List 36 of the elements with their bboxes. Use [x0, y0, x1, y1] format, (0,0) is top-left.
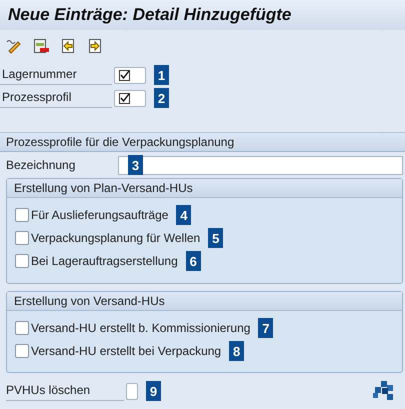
field-label: Lagernummer — [0, 65, 112, 85]
number-marker: 7 — [258, 318, 274, 338]
checkbox-label: Verpackungsplanung für Wellen — [31, 231, 200, 245]
checkbox-label: Versand-HU erstellt b. Kommissionierung — [31, 321, 250, 335]
pencil-icon[interactable] — [6, 38, 22, 54]
checkbox-label: Für Auslieferungsaufträge — [31, 208, 168, 222]
section-header: Prozessprofile für die Verpackungsplanung — [0, 132, 405, 152]
number-marker: 9 — [146, 381, 161, 401]
number-marker: 4 — [176, 205, 192, 225]
number-marker: 3 — [128, 155, 143, 175]
field-label: Prozessprofil — [0, 88, 112, 108]
checkbox-field[interactable] — [126, 382, 138, 400]
number-marker: 8 — [229, 341, 244, 361]
window-title: Neue Einträge: Detail Hinzugefügte — [0, 0, 405, 30]
checkbox-label: Versand-HU erstellt bei Verpackung — [31, 344, 222, 358]
name-input-field[interactable] — [118, 156, 403, 174]
cubes-logo-icon — [373, 381, 395, 401]
field-label: Bezeichnung — [6, 158, 76, 172]
number-marker: 2 — [154, 88, 169, 108]
checkbox-label: Bei Lagerauftragserstellung — [31, 254, 178, 268]
number-marker: 1 — [154, 65, 169, 85]
group-title: Erstellung von Plan-Versand-HUs — [7, 179, 402, 198]
number-marker: 5 — [208, 228, 224, 248]
checkbox[interactable] — [15, 231, 29, 245]
number-marker: 6 — [186, 251, 201, 271]
field-label: PVHUs löschen — [6, 381, 124, 401]
checkbox[interactable] — [119, 92, 130, 104]
group-title: Erstellung von Versand-HUs — [7, 292, 402, 311]
checkbox[interactable] — [15, 208, 29, 222]
checkbox[interactable] — [15, 344, 29, 358]
next-entry-icon[interactable] — [87, 38, 103, 54]
checkbox[interactable] — [119, 70, 130, 80]
checkbox[interactable] — [15, 254, 29, 268]
checkbox[interactable] — [15, 321, 29, 335]
delete-row-icon[interactable] — [33, 38, 49, 54]
previous-entry-icon[interactable] — [60, 38, 76, 54]
